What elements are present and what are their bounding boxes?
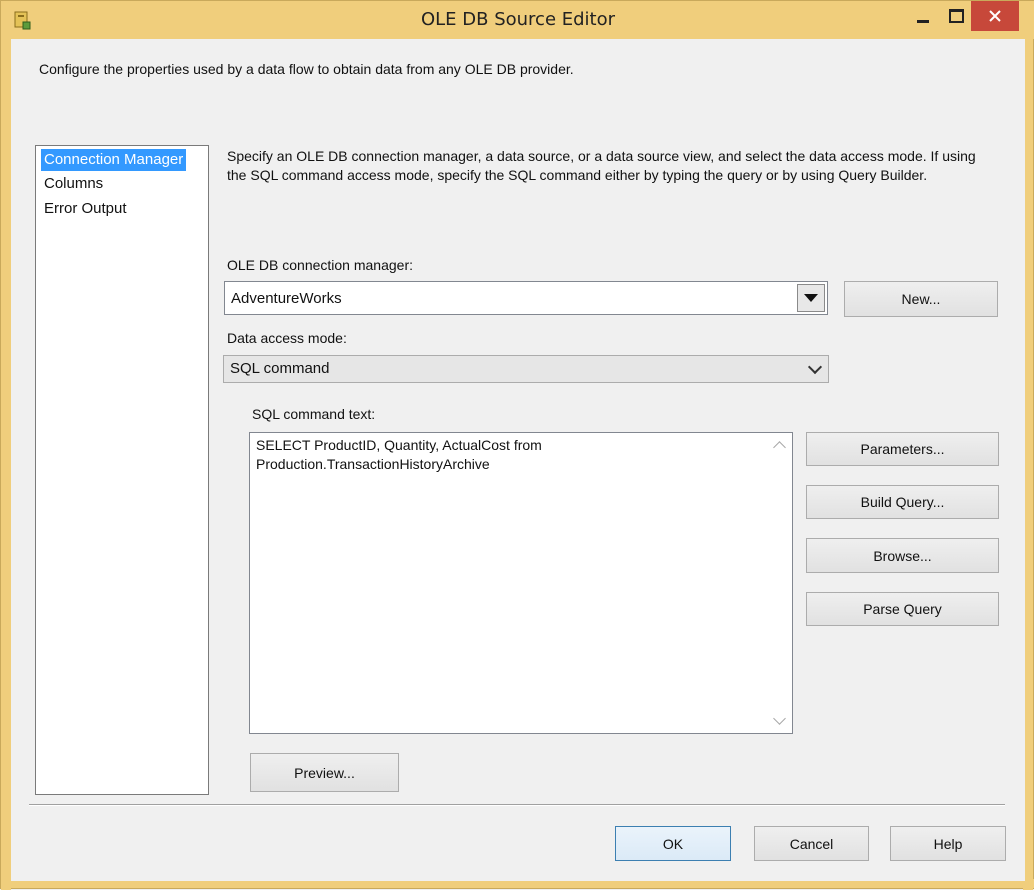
new-connection-button[interactable]: New... (844, 281, 998, 317)
page-navigation-list[interactable]: Connection Manager Columns Error Output (35, 145, 209, 795)
dialog-window: OLE DB Source Editor Configure the prope… (0, 0, 1034, 890)
dropdown-button[interactable] (797, 284, 825, 312)
parameters-button[interactable]: Parameters... (806, 432, 999, 466)
sql-command-text: SELECT ProductID, Quantity, ActualCost f… (256, 437, 542, 472)
parse-query-button[interactable]: Parse Query (806, 592, 999, 626)
browse-button[interactable]: Browse... (806, 538, 999, 573)
scroll-up-icon[interactable] (773, 441, 786, 454)
window-title: OLE DB Source Editor (420, 9, 616, 30)
instructions-text: Specify an OLE DB connection manager, a … (227, 147, 1017, 185)
title-bar[interactable]: OLE DB Source Editor (1, 1, 1034, 39)
cancel-button[interactable]: Cancel (754, 826, 869, 861)
dialog-content: Configure the properties used by a data … (11, 39, 1025, 881)
sql-command-textarea[interactable]: SELECT ProductID, Quantity, ActualCost f… (249, 432, 793, 734)
minimize-icon (917, 19, 929, 23)
nav-item-columns[interactable]: Columns (41, 173, 106, 195)
preview-button[interactable]: Preview... (250, 753, 399, 792)
connection-manager-label: OLE DB connection manager: (227, 257, 413, 273)
sql-command-text-label: SQL command text: (252, 406, 376, 422)
window-border-left (1, 39, 11, 890)
nav-item-connection-manager[interactable]: Connection Manager (41, 149, 187, 171)
connection-manager-dropdown[interactable]: AdventureWorks (224, 281, 828, 315)
close-icon (989, 10, 1001, 22)
maximize-button[interactable] (939, 1, 973, 31)
build-query-button[interactable]: Build Query... (806, 485, 999, 519)
data-access-mode-label: Data access mode: (227, 330, 347, 346)
maximize-icon (948, 9, 964, 23)
footer-separator (29, 804, 1005, 806)
instructions-line-2: the SQL command access mode, specify the… (227, 167, 928, 183)
minimize-button[interactable] (906, 1, 940, 31)
close-button[interactable] (971, 1, 1019, 31)
connection-manager-value: AdventureWorks (231, 290, 342, 307)
triangle-down-icon (804, 294, 818, 302)
data-access-mode-value: SQL command (230, 360, 330, 377)
dialog-description: Configure the properties used by a data … (39, 61, 574, 77)
ok-button[interactable]: OK (615, 826, 731, 861)
scroll-down-icon[interactable] (773, 712, 786, 725)
chevron-down-icon (807, 359, 823, 375)
instructions-line-1: Specify an OLE DB connection manager, a … (227, 148, 976, 164)
data-access-mode-dropdown[interactable]: SQL command (223, 355, 829, 383)
nav-item-error-output[interactable]: Error Output (41, 198, 130, 220)
help-button[interactable]: Help (890, 826, 1006, 861)
